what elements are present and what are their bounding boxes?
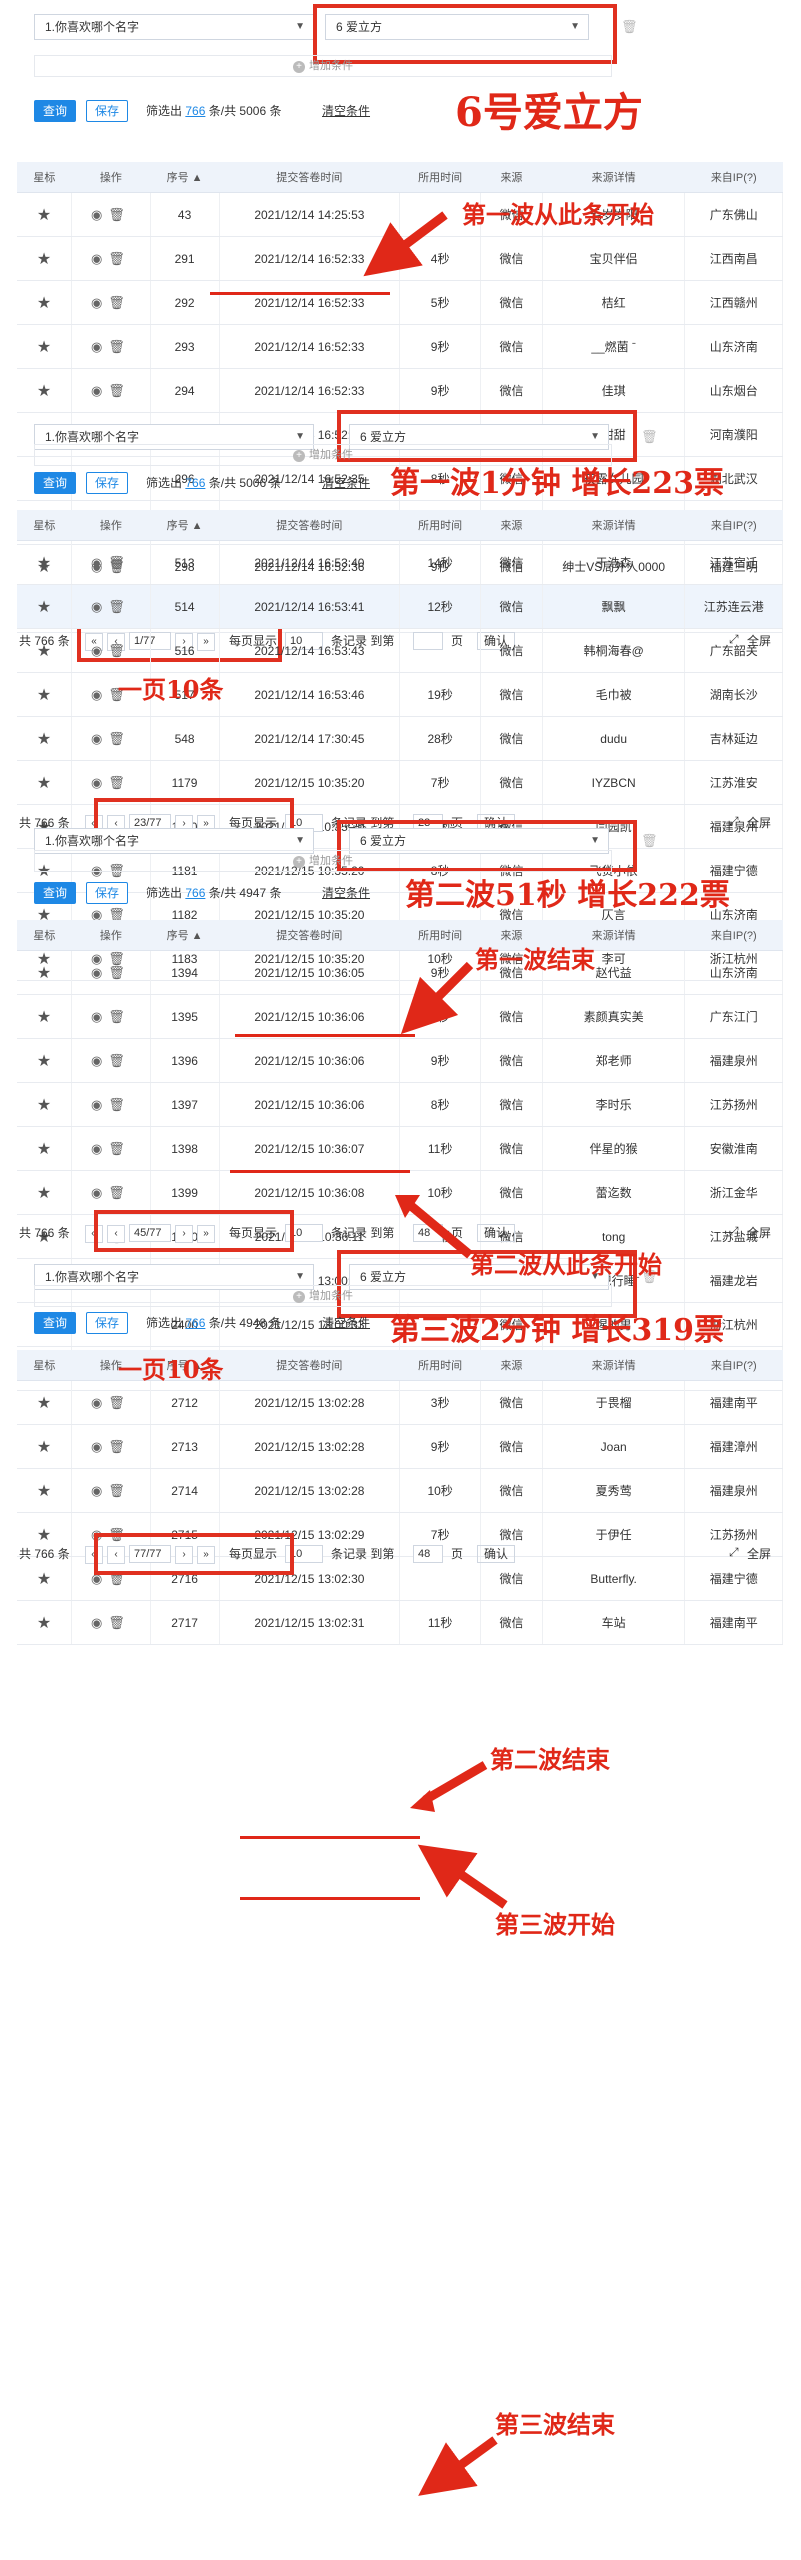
underline-wave2-end [240, 1836, 420, 1839]
annotation-wave3-start: 第三波开始 [495, 1910, 615, 1939]
underline-wave3-start [240, 1897, 420, 1900]
arrow-wave2-end [410, 1761, 488, 1812]
annotation-wave3-end: 第三波结束 [495, 2410, 615, 2439]
